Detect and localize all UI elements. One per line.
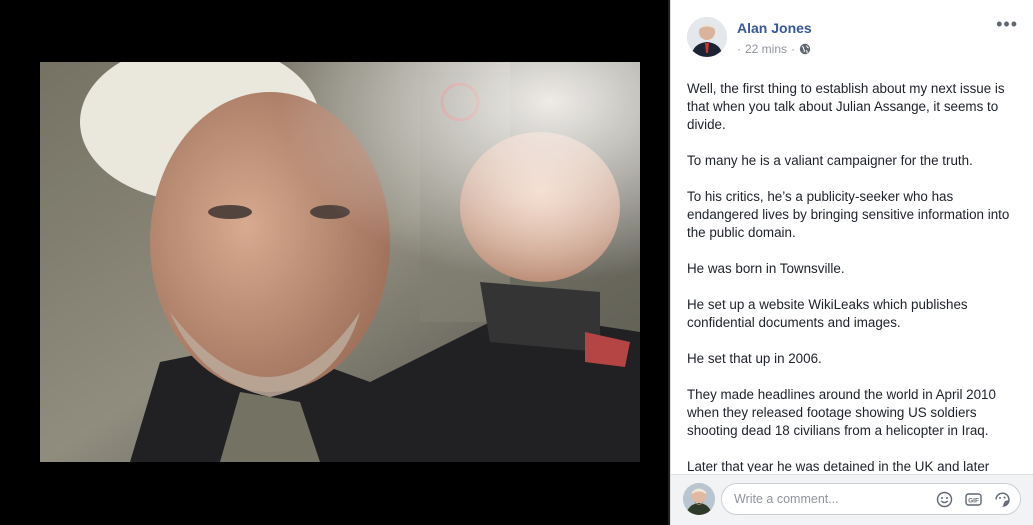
comment-placeholder: Write a comment...: [734, 492, 839, 506]
more-options-icon[interactable]: •••: [996, 15, 1018, 33]
post-paragraph: To his critics, he’s a publicity-seeker …: [687, 189, 1010, 240]
gif-icon[interactable]: GIF: [965, 491, 982, 508]
post-timestamp[interactable]: 22 mins: [745, 42, 787, 56]
comment-input[interactable]: Write a comment... GIF: [721, 483, 1021, 515]
post-paragraph: Later that year he was detained in the U…: [687, 459, 990, 472]
post-photo[interactable]: [40, 62, 640, 462]
meta-separator: ·: [737, 42, 741, 56]
photo-viewer: [0, 0, 670, 525]
globe-icon: [799, 43, 811, 55]
svg-text:GIF: GIF: [968, 497, 979, 504]
author-name[interactable]: Alan Jones: [737, 20, 812, 36]
post-panel: Alan Jones · 22 mins · ••• Well, the fir…: [670, 0, 1033, 525]
emoji-icon[interactable]: [936, 491, 953, 508]
post-meta: · 22 mins ·: [737, 42, 811, 56]
post-paragraph: He set up a website WikiLeaks which publ…: [687, 297, 968, 330]
post-paragraph: They made headlines around the world in …: [687, 387, 996, 438]
commenter-avatar-image: [683, 483, 715, 515]
meta-separator: ·: [791, 42, 796, 56]
post-header: Alan Jones · 22 mins · •••: [671, 0, 1033, 64]
sticker-icon[interactable]: [994, 491, 1011, 508]
author-avatar[interactable]: [687, 17, 727, 57]
photo-image: [40, 62, 640, 462]
post-paragraph: Well, the first thing to establish about…: [687, 81, 1005, 132]
post-text: Well, the first thing to establish about…: [687, 80, 1019, 472]
comment-bar: Write a comment... GIF: [671, 475, 1033, 525]
avatar-image: [687, 17, 727, 57]
post-paragraph: To many he is a valiant campaigner for t…: [687, 153, 973, 168]
commenter-avatar[interactable]: [683, 483, 715, 515]
post-paragraph: He set that up in 2006.: [687, 351, 822, 366]
post-paragraph: He was born in Townsville.: [687, 261, 845, 276]
